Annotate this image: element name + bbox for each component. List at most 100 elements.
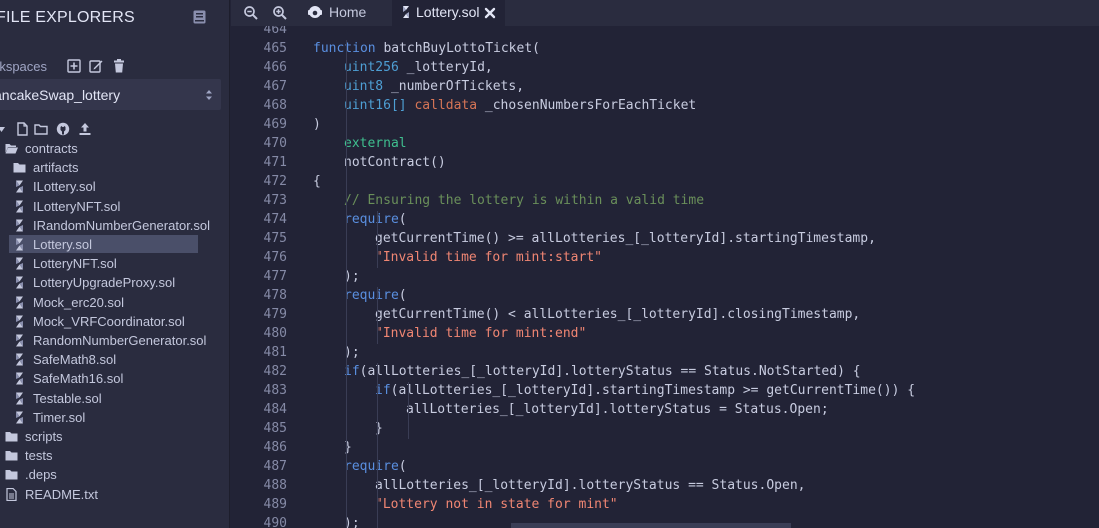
code-line: 481); bbox=[231, 344, 1099, 363]
tree-file[interactable]: Timer.sol bbox=[0, 408, 229, 427]
code-line: 480 "Invalid time for mint:end" bbox=[231, 325, 1099, 344]
indent-guide bbox=[377, 363, 378, 458]
zoom-in-icon[interactable] bbox=[272, 5, 288, 21]
file-tree-toolbar bbox=[0, 121, 229, 137]
delete-workspace-icon[interactable] bbox=[112, 59, 126, 73]
tree-file[interactable]: RandomNumberGenerator.sol bbox=[0, 331, 229, 350]
solidity-file-icon bbox=[16, 257, 23, 270]
line-number: 468 bbox=[263, 98, 287, 113]
code-text: require( bbox=[344, 459, 407, 474]
solidity-file-icon bbox=[16, 238, 23, 251]
code-editor[interactable]: 464 465 function batchBuyLottoTicket(466 ui… bbox=[231, 26, 1099, 528]
code-line: 464 bbox=[231, 26, 1099, 40]
solidity-file-icon bbox=[16, 219, 23, 232]
tree-folder[interactable]: tests bbox=[0, 446, 229, 465]
folder-open-icon bbox=[5, 144, 18, 154]
solidity-file-icon bbox=[16, 200, 23, 213]
horizontal-scrollbar[interactable] bbox=[511, 523, 791, 528]
tree-folder[interactable]: .deps bbox=[0, 465, 229, 484]
code-text: external bbox=[344, 136, 407, 151]
upload-icon[interactable] bbox=[78, 122, 92, 136]
tree-item-label: Timer.sol bbox=[33, 409, 86, 425]
line-number: 489 bbox=[263, 497, 287, 512]
tree-file[interactable]: LotteryUpgradeProxy.sol bbox=[0, 273, 229, 292]
caret-down-icon[interactable] bbox=[0, 122, 6, 136]
workspace-select-value: ancakeSwap_lottery bbox=[0, 87, 121, 103]
code-text: getCurrentTime() >= allLotteries_[_lotte… bbox=[375, 231, 876, 246]
tree-folder[interactable]: scripts bbox=[0, 427, 229, 446]
workspace-select[interactable]: ancakeSwap_lottery bbox=[0, 79, 221, 110]
select-updown-icon bbox=[206, 90, 212, 100]
indent-guide bbox=[408, 382, 409, 439]
new-file-icon[interactable] bbox=[15, 122, 29, 136]
tree-file[interactable]: SafeMath16.sol bbox=[0, 369, 229, 388]
tab-lottery-sol[interactable]: Lottery.sol bbox=[392, 0, 505, 26]
line-number: 466 bbox=[263, 60, 287, 75]
tree-file[interactable]: Lottery.sol bbox=[0, 235, 229, 254]
tree-file[interactable]: ILotteryNFT.sol bbox=[0, 197, 229, 216]
solidity-file-icon bbox=[403, 6, 409, 18]
tree-file[interactable]: Mock_VRFCoordinator.sol bbox=[0, 312, 229, 331]
tree-file[interactable]: SafeMath8.sol bbox=[0, 350, 229, 369]
solidity-file-icon bbox=[16, 334, 23, 347]
line-number: 486 bbox=[263, 440, 287, 455]
solidity-file-icon bbox=[16, 180, 23, 193]
tree-file[interactable]: LotteryNFT.sol bbox=[0, 254, 229, 273]
line-number: 481 bbox=[263, 345, 287, 360]
code-text: uint8 _numberOfTickets, bbox=[344, 79, 525, 94]
code-text: "Invalid time for mint:start" bbox=[375, 250, 602, 265]
solidity-file-icon bbox=[16, 353, 23, 366]
tab-home[interactable]: Home bbox=[299, 0, 387, 26]
tree-folder[interactable]: artifacts bbox=[0, 158, 229, 177]
code-line: 472 { bbox=[231, 173, 1099, 192]
tree-item-label: LotteryNFT.sol bbox=[33, 256, 117, 272]
new-folder-icon[interactable] bbox=[34, 122, 48, 136]
folder-icon bbox=[5, 432, 18, 442]
tree-item-label: contracts bbox=[25, 141, 78, 156]
zoom-out-icon[interactable] bbox=[243, 5, 259, 21]
edit-workspace-icon[interactable] bbox=[89, 59, 103, 73]
code-text: allLotteries_[_lotteryId].lotteryStatus … bbox=[375, 478, 806, 493]
code-text: notContract() bbox=[344, 155, 446, 170]
tree-item-label: SafeMath8.sol bbox=[33, 352, 117, 368]
add-workspace-icon[interactable] bbox=[67, 59, 81, 73]
folder-icon bbox=[5, 451, 18, 461]
tree-item-label: Lottery.sol bbox=[33, 237, 93, 252]
line-number: 482 bbox=[263, 364, 287, 379]
tree-file[interactable]: IRandomNumberGenerator.sol bbox=[0, 216, 229, 235]
tree-item-label: Mock_erc20.sol bbox=[33, 294, 125, 310]
github-icon[interactable] bbox=[56, 122, 70, 136]
code-line: 482 if(allLotteries_[_lotteryId].lotteryS… bbox=[231, 363, 1099, 382]
code-text: if(allLotteries_[_lotteryId].lotteryStat… bbox=[344, 364, 861, 379]
tree-file[interactable]: README.txt bbox=[0, 485, 229, 504]
code-line: 467 uint8 _numberOfTickets, bbox=[231, 78, 1099, 97]
line-number: 479 bbox=[263, 307, 287, 322]
code-text: // Ensuring the lottery is within a vali… bbox=[344, 193, 705, 208]
tab-home-label: Home bbox=[329, 4, 367, 20]
code-line: 485} bbox=[231, 420, 1099, 439]
tree-item-label: ILottery.sol bbox=[33, 179, 96, 195]
line-number: 490 bbox=[263, 516, 287, 528]
tree-item-label: IRandomNumberGenerator.sol bbox=[33, 217, 211, 233]
tree-file[interactable]: Mock_erc20.sol bbox=[0, 293, 229, 312]
code-line: 471 notContract() bbox=[231, 154, 1099, 173]
line-number: 475 bbox=[263, 231, 287, 246]
code-text: ) bbox=[313, 117, 321, 132]
line-number: 488 bbox=[263, 478, 287, 493]
tree-file[interactable]: ILottery.sol bbox=[0, 177, 229, 196]
tree-folder[interactable]: contracts bbox=[0, 139, 229, 158]
code-line: 468 uint16[] calldata _chosenNumbersForEa… bbox=[231, 97, 1099, 116]
code-line: 466 uint256 _lotteryId, bbox=[231, 59, 1099, 78]
tree-file[interactable]: Testable.sol bbox=[0, 389, 229, 408]
line-number: 477 bbox=[263, 269, 287, 284]
code-text: if(allLotteries_[_lotteryId].startingTim… bbox=[375, 383, 916, 398]
close-tab-icon[interactable] bbox=[484, 7, 496, 19]
documentation-book-icon[interactable] bbox=[193, 10, 206, 24]
line-number: 472 bbox=[263, 174, 287, 189]
code-text: "Invalid time for mint:end" bbox=[375, 326, 587, 341]
tree-item-label: Mock_VRFCoordinator.sol bbox=[33, 313, 185, 329]
tree-item-label: README.txt bbox=[25, 486, 98, 502]
code-line: 469) bbox=[231, 116, 1099, 135]
solidity-file-icon bbox=[16, 411, 23, 424]
remix-logo-icon bbox=[308, 6, 322, 18]
